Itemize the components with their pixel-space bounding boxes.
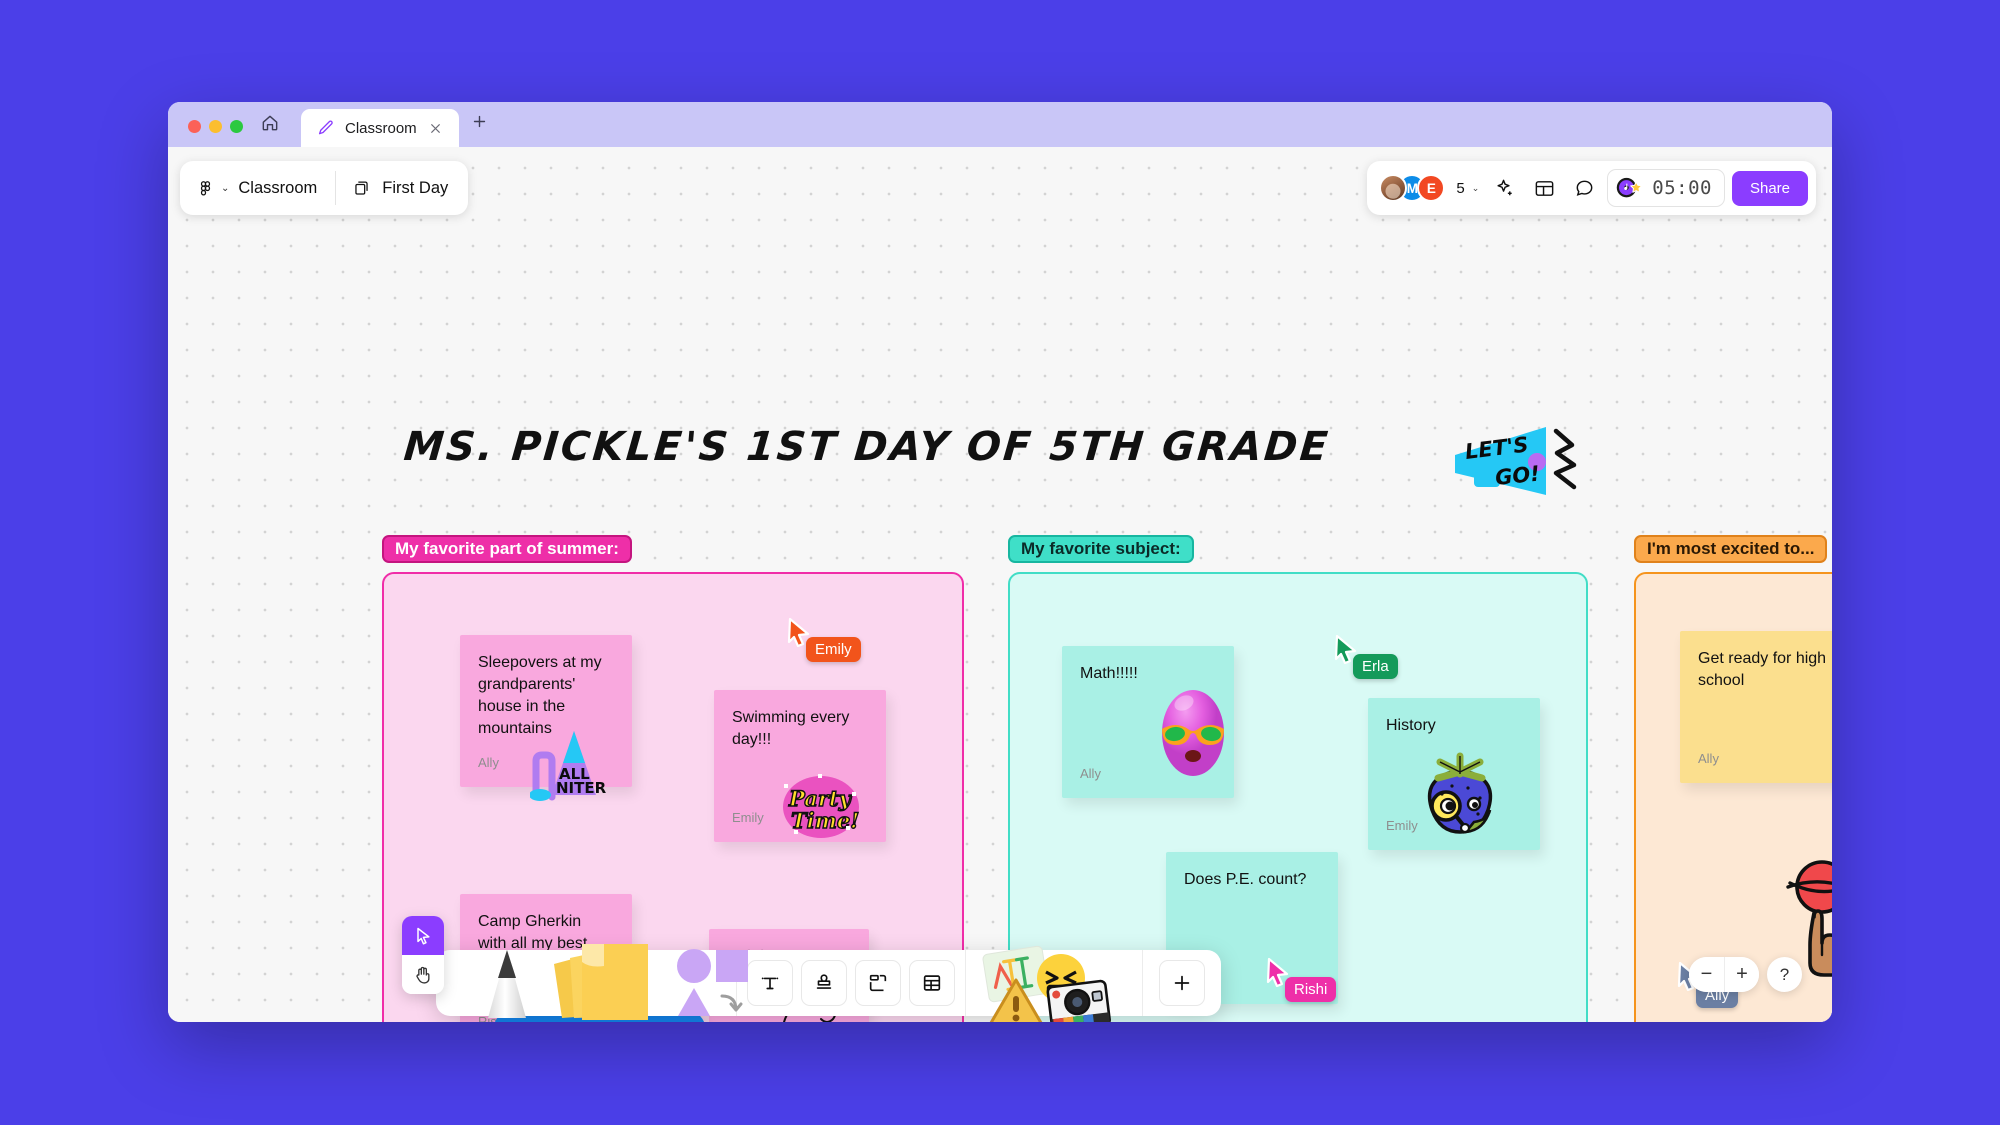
note-text: Swimming every day!!! (732, 709, 850, 749)
note-text: Does P.E. count? (1184, 871, 1307, 888)
cursor-rishi: Rishi (1265, 957, 1337, 1002)
file-toolbar: ⌄ Classroom First Day (180, 161, 469, 215)
content-tools-group (737, 950, 965, 1016)
collaboration-toolbar: M E 5 ⌄ 05:00 Share (1367, 161, 1816, 215)
share-button[interactable]: Share (1731, 170, 1808, 206)
party-time-sticker: Party Time! (783, 774, 860, 838)
svg-text:GO!: GO! (1494, 461, 1541, 490)
home-button[interactable] (243, 102, 297, 147)
timer-value: 05:00 (1652, 177, 1712, 199)
berry-detective-sticker (1427, 752, 1493, 834)
sticky-note[interactable]: Get ready for high school Ally (1680, 631, 1832, 783)
file-menu-chevron-down-icon: ⌄ (221, 182, 230, 194)
cursor-label: Rishi (1285, 977, 1337, 1002)
zoom-pill: − + (1689, 957, 1759, 992)
cursor-emily: Emily (786, 617, 861, 662)
tab-label: Classroom (345, 119, 417, 137)
table-tool-icon (923, 975, 941, 991)
sticky-note-tool-icon[interactable] (548, 940, 658, 1022)
draw-tools-group (436, 944, 748, 1020)
section-label-subject[interactable]: My favorite subject: (1008, 535, 1194, 563)
timer-widget[interactable]: 05:00 (1607, 169, 1725, 207)
shapes-tool-icon[interactable] (672, 946, 752, 1020)
window-titlebar: Classroom (168, 102, 1832, 147)
avatar-stack[interactable]: M E (1379, 174, 1446, 202)
template-button[interactable] (1525, 169, 1563, 207)
section-tool-button[interactable] (855, 960, 901, 1006)
hand-tool-button[interactable] (402, 955, 444, 994)
section-label-summer[interactable]: My favorite part of summer: (382, 535, 632, 563)
stamp-tool-button[interactable] (801, 960, 847, 1006)
music-star-icon (1617, 177, 1643, 197)
page-name-label: First Day (382, 178, 449, 197)
zoom-out-button[interactable]: − (1689, 957, 1724, 992)
plus-icon (1174, 975, 1190, 991)
help-button[interactable]: ? (1767, 957, 1802, 992)
text-tool-button[interactable] (747, 960, 793, 1006)
section-tool-icon (869, 974, 887, 992)
minimize-window-button[interactable] (209, 120, 222, 133)
note-text: Get ready for high school (1698, 650, 1827, 690)
close-tab-button[interactable] (427, 119, 445, 137)
page-selector-button[interactable]: First Day (336, 161, 468, 215)
sparkle-ai-icon (1497, 179, 1512, 195)
plus-icon (474, 115, 486, 128)
sparkle-ai-button[interactable] (1485, 169, 1523, 207)
pages-icon (355, 181, 368, 195)
add-more-button[interactable] (1159, 960, 1205, 1006)
figjam-logo-icon (200, 180, 211, 195)
stamp-tool-icon (816, 974, 832, 989)
new-tab-button[interactable] (459, 102, 501, 147)
comment-button[interactable] (1565, 169, 1603, 207)
browser-tab-classroom[interactable]: Classroom (301, 109, 459, 147)
figjam-pencil-icon (318, 120, 333, 135)
add-group (1143, 950, 1221, 1016)
avatar[interactable]: E (1417, 174, 1446, 202)
note-author: Ally (1698, 751, 1719, 766)
file-name-label: Classroom (238, 178, 318, 197)
all-niter-sticker: ALL NITER (530, 731, 607, 801)
note-text: History (1386, 717, 1436, 734)
cursor-label: Erla (1353, 654, 1398, 679)
maximize-window-button[interactable] (230, 120, 243, 133)
collaborators-chevron-down-icon[interactable]: ⌄ (1472, 183, 1480, 194)
svg-text:NITER: NITER (556, 779, 607, 797)
app-window: Classroom ⌄ Classroom First Day M E 5 ⌄ … (168, 102, 1832, 1022)
figjam-canvas[interactable]: ⌄ Classroom First Day M E 5 ⌄ 05:00 Shar… (168, 147, 1832, 1022)
comment-icon (1576, 180, 1593, 196)
home-icon (262, 115, 278, 130)
text-tool-icon (761, 977, 779, 990)
close-window-button[interactable] (188, 120, 201, 133)
hand-tool-icon (416, 966, 430, 984)
file-menu-button[interactable]: ⌄ Classroom (180, 161, 335, 215)
cursor-erla: Erla (1333, 634, 1398, 679)
section-label-excited[interactable]: I'm most excited to... (1634, 535, 1828, 563)
creation-toolbar (436, 944, 1221, 1022)
collaborator-count: 5 (1456, 179, 1465, 197)
pen-tool-icon[interactable] (480, 944, 534, 1022)
window-controls[interactable] (168, 120, 243, 147)
close-icon (431, 123, 441, 133)
alien-sticker (1162, 690, 1224, 776)
cursor-label: Emily (806, 637, 861, 662)
media-group[interactable] (966, 945, 1142, 1022)
note-text: Math!!!!! (1080, 665, 1138, 682)
table-tool-button[interactable] (909, 960, 955, 1006)
zoom-in-button[interactable]: + (1724, 957, 1759, 992)
selection-tool-group[interactable] (402, 916, 444, 994)
zoom-controls: − + ? (1689, 957, 1802, 992)
template-icon (1535, 180, 1554, 196)
board-title: MS. PICKLE'S 1ST DAY OF 5TH GRADE (401, 424, 1332, 470)
lets-go-megaphone-sticker: LET'S GO! (1455, 427, 1577, 495)
media-stickers-icon (982, 945, 1111, 1022)
cursor-tool-icon (417, 927, 430, 944)
select-tool-button[interactable] (402, 916, 444, 955)
